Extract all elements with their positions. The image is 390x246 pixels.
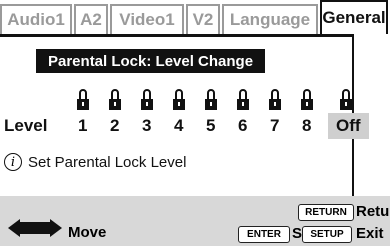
lock-icon xyxy=(109,89,121,110)
level-label: Level xyxy=(4,116,48,135)
exit-label: Exit xyxy=(356,225,384,242)
return-label: Return xyxy=(356,203,390,220)
panel-top-border xyxy=(0,34,352,37)
info-text: Set Parental Lock Level xyxy=(28,153,187,171)
info-icon: i xyxy=(4,153,22,171)
enter-key[interactable]: ENTER xyxy=(238,226,290,243)
info-line: i Set Parental Lock Level xyxy=(4,150,186,174)
lock-icon xyxy=(77,89,89,110)
level-option-3[interactable]: 3 xyxy=(142,113,151,139)
lock-icon xyxy=(205,89,217,110)
tab-general[interactable]: General xyxy=(320,0,388,34)
lock-icon xyxy=(269,89,281,110)
tab-bar: Audio1 A2 Video1 V2 Language General xyxy=(0,0,390,34)
level-option-2[interactable]: 2 xyxy=(110,113,119,139)
tab-audio1[interactable]: Audio1 xyxy=(0,4,72,34)
lock-icon-row xyxy=(0,87,390,113)
return-key[interactable]: RETURN xyxy=(298,204,354,221)
level-option-1[interactable]: 1 xyxy=(78,113,87,139)
page-title: Parental Lock: Level Change xyxy=(36,49,266,73)
tab-v2[interactable]: V2 xyxy=(186,4,220,34)
footer-bar: Move ENTER Select RETURN Return SETUP Ex… xyxy=(0,196,390,246)
tab-language[interactable]: Language xyxy=(222,4,318,34)
move-label: Move xyxy=(68,224,107,241)
level-option-4[interactable]: 4 xyxy=(174,113,183,139)
level-option-off[interactable]: Off xyxy=(328,113,369,139)
lock-icon xyxy=(301,89,313,110)
tab-a2[interactable]: A2 xyxy=(74,4,108,34)
level-option-6[interactable]: 6 xyxy=(238,113,247,139)
lock-icon xyxy=(141,89,153,110)
left-right-arrow-icon xyxy=(8,219,62,237)
tab-video1[interactable]: Video1 xyxy=(110,4,184,34)
setup-key[interactable]: SETUP xyxy=(302,226,352,243)
lock-icon xyxy=(340,89,352,110)
level-option-7[interactable]: 7 xyxy=(270,113,279,139)
level-option-8[interactable]: 8 xyxy=(302,113,311,139)
lock-icon xyxy=(173,89,185,110)
lock-icon xyxy=(237,89,249,110)
level-option-5[interactable]: 5 xyxy=(206,113,215,139)
level-selector: Level 1 2 3 4 5 6 7 8 Off xyxy=(0,113,390,141)
